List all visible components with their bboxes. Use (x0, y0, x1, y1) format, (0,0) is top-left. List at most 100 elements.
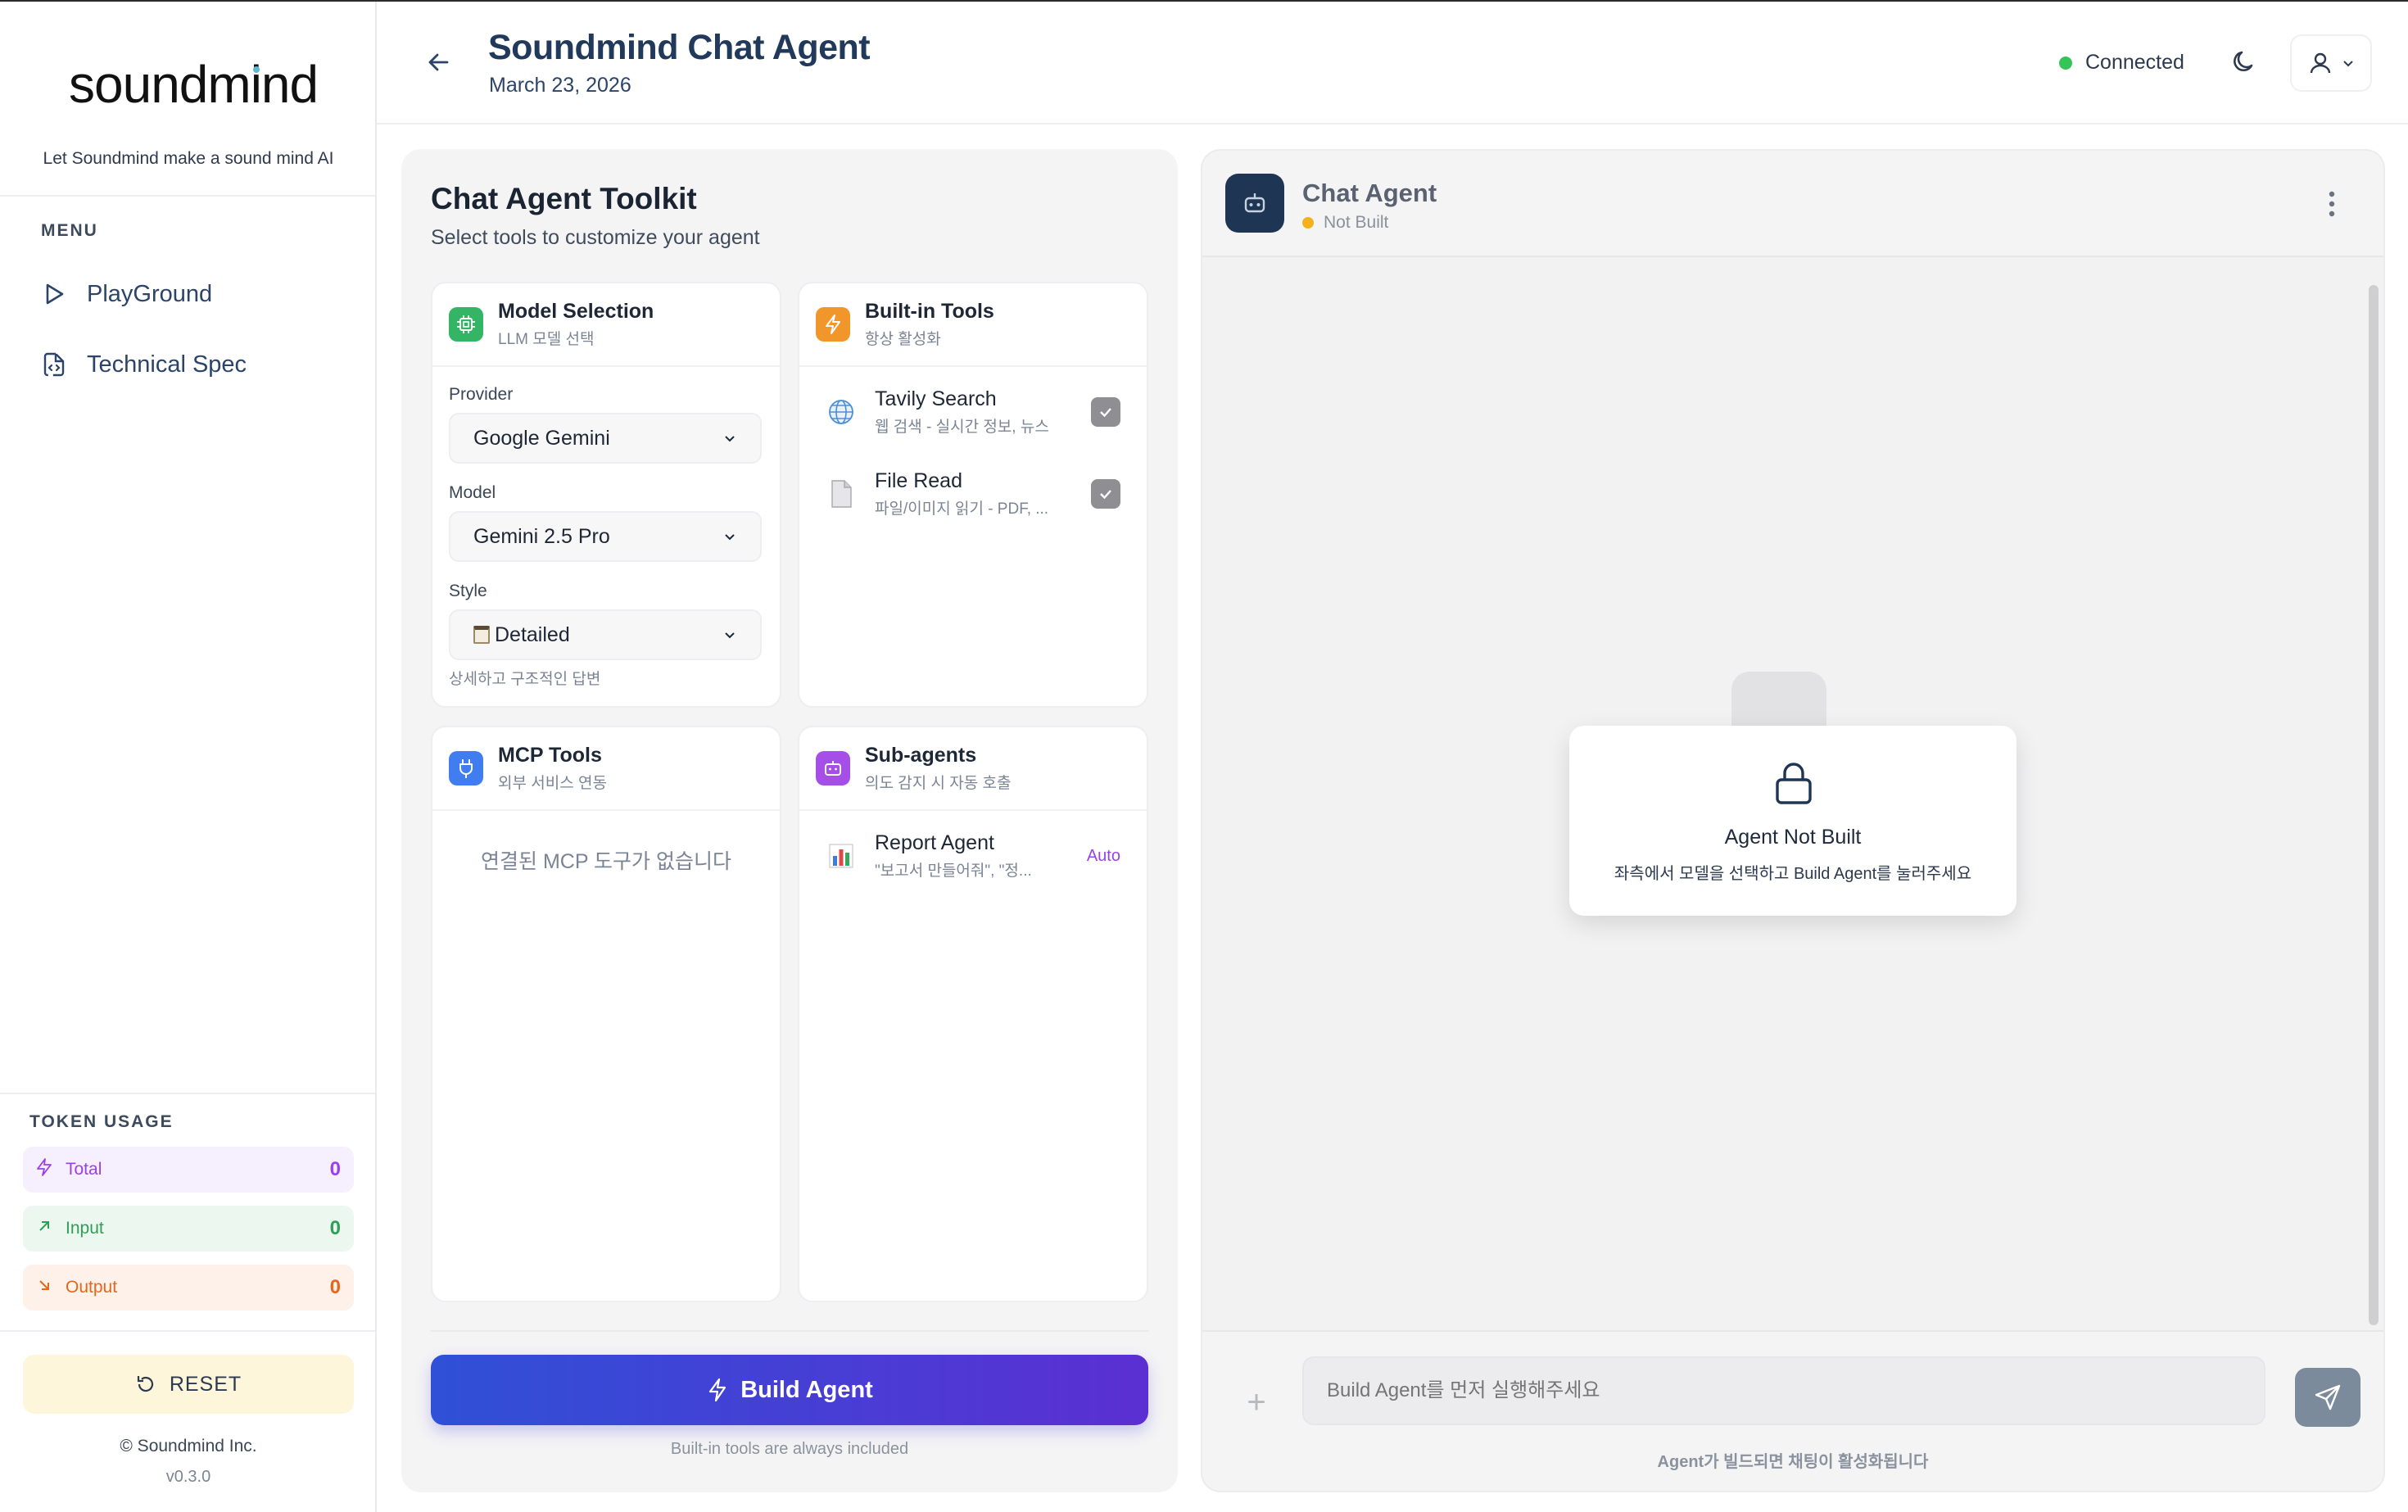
tool-name: File Read (875, 469, 962, 492)
arrow-up-right-icon (36, 1219, 52, 1238)
tool-file-read: File Read 파일/이미지 읽기 - PDF, ... (826, 465, 1120, 523)
toolkit-subtitle: Select tools to customize your agent (431, 226, 760, 249)
connection-status: Connected (2059, 51, 2184, 75)
divider (0, 195, 375, 197)
tool-desc: 파일/이미지 읽기 - PDF, ... (875, 500, 1049, 518)
agent-status-label: Not Built (1324, 213, 1389, 232)
attach-button[interactable]: + (1227, 1373, 1286, 1432)
style-value: Detailed (495, 622, 570, 646)
toolkit-title: Chat Agent Toolkit (431, 182, 697, 215)
arrow-down-right-icon (36, 1278, 52, 1297)
chat-input[interactable] (1302, 1356, 2265, 1425)
logo: soundmi nd (69, 55, 319, 114)
card-subtitle: 항상 활성화 (865, 331, 941, 348)
theme-toggle-button[interactable] (2229, 48, 2259, 77)
card-title: Model Selection (498, 300, 654, 323)
build-note: Built-in tools are always included (670, 1440, 909, 1458)
card-subtitle: 외부 서비스 연동 (498, 775, 607, 792)
kebab-menu-icon (2329, 191, 2335, 217)
agent-avatar (1225, 174, 1284, 233)
chat-header: Chat Agent Not Built (1202, 151, 2383, 257)
token-value: 0 (329, 1158, 341, 1180)
style-select[interactable]: Detailed (449, 609, 762, 660)
more-options-button[interactable] (2328, 190, 2336, 218)
provider-select[interactable]: Google Gemini (449, 413, 762, 464)
token-input: Input 0 (23, 1206, 354, 1252)
send-button[interactable] (2295, 1368, 2360, 1427)
header: Soundmind Chat Agent March 23, 2026 Conn… (377, 2, 2408, 124)
menu-item-label: Technical Spec (87, 351, 247, 378)
token-usage-heading: TOKEN USAGE (29, 1112, 174, 1131)
chip-icon (449, 307, 483, 342)
refresh-icon (135, 1374, 156, 1395)
bar-chart-icon (826, 843, 857, 869)
style-label: Style (449, 582, 487, 600)
subagent-name: Report Agent (875, 831, 994, 854)
user-menu-button[interactable] (2290, 34, 2372, 92)
card-title: Built-in Tools (865, 300, 994, 323)
arrow-left-icon (428, 53, 449, 71)
connection-label: Connected (2085, 51, 2184, 74)
dialog-message: 좌측에서 모델을 선택하고 Build Agent를 눌러주세요 (1614, 865, 1972, 883)
token-label: Input (66, 1219, 104, 1238)
play-icon (41, 280, 69, 308)
moon-icon (2234, 51, 2253, 72)
chevron-down-icon (725, 436, 735, 442)
menu-item-technical-spec[interactable]: Technical Spec (41, 344, 247, 385)
provider-label: Provider (449, 385, 514, 404)
status-dot-icon (2059, 56, 2072, 70)
chevron-down-icon (2343, 61, 2353, 67)
model-label: Model (449, 483, 496, 502)
chat-footer-note: Agent가 빌드되면 채팅이 활성화됩니다 (1657, 1453, 1929, 1471)
chat-footer: + Agent가 빌드되면 채팅이 활성화됩니다 (1202, 1330, 2383, 1491)
model-selection-card: Model Selection LLM 모델 선택 Provider Googl… (431, 282, 781, 708)
tool-checkbox[interactable] (1091, 397, 1120, 427)
file-icon (826, 479, 857, 509)
bolt-icon (816, 307, 850, 342)
model-select[interactable]: Gemini 2.5 Pro (449, 511, 762, 562)
back-button[interactable] (423, 46, 455, 79)
toolkit-panel: Chat Agent Toolkit Select tools to custo… (401, 149, 1178, 1492)
card-subtitle: 의도 감지 시 자동 호출 (865, 775, 1012, 792)
menu-item-playground[interactable]: PlayGround (41, 274, 212, 315)
divider (431, 1330, 1148, 1332)
card-title: MCP Tools (498, 744, 602, 767)
card-title: Sub-agents (865, 744, 977, 767)
bolt-icon (709, 1378, 726, 1402)
model-value: Gemini 2.5 Pro (473, 524, 610, 548)
style-hint: 상세하고 구조적인 답변 (449, 671, 601, 688)
check-icon (1100, 408, 1111, 418)
divider (0, 1330, 375, 1332)
bot-icon (816, 751, 850, 785)
agent-not-built-dialog: Agent Not Built 좌측에서 모델을 선택하고 Build Agen… (1569, 726, 2016, 916)
mcp-tools-card: MCP Tools 외부 서비스 연동 연결된 MCP 도구가 없습니다 (431, 726, 781, 1302)
document-code-icon (41, 351, 69, 378)
sidebar: soundmi nd Let Soundmind make a sound min… (0, 2, 377, 1512)
user-icon (2310, 52, 2331, 74)
build-agent-button[interactable]: Build Agent (431, 1355, 1148, 1425)
token-value: 0 (329, 1276, 341, 1298)
tagline: Let Soundmind make a sound mind AI (43, 149, 334, 168)
chevron-down-icon (725, 632, 735, 639)
dialog-title: Agent Not Built (1724, 826, 1862, 849)
mcp-empty-text: 연결된 MCP 도구가 없습니다 (481, 850, 731, 873)
subagents-card: Sub-agents 의도 감지 시 자동 호출 Report Agent "보… (798, 726, 1148, 1302)
provider-value: Google Gemini (473, 426, 610, 450)
tool-checkbox[interactable] (1091, 479, 1120, 509)
plus-icon: + (1247, 1383, 1266, 1420)
lock-icon (1774, 760, 1813, 810)
divider (0, 1093, 375, 1094)
token-label: Total (66, 1160, 102, 1179)
check-icon (1100, 490, 1111, 500)
send-icon (2315, 1384, 2341, 1410)
token-total: Total 0 (23, 1147, 354, 1193)
auto-badge: Auto (1086, 846, 1120, 865)
page-title: Soundmind Chat Agent (488, 28, 871, 67)
menu-heading: MENU (41, 221, 98, 240)
token-label: Output (66, 1278, 118, 1297)
token-output: Output 0 (23, 1265, 354, 1311)
tool-desc: 웹 검색 - 실시간 정보, 뉴스 (875, 419, 1049, 436)
reset-button[interactable]: RESET (23, 1355, 354, 1414)
card-subtitle: LLM 모델 선택 (498, 331, 595, 348)
menu-item-label: PlayGround (87, 280, 213, 307)
